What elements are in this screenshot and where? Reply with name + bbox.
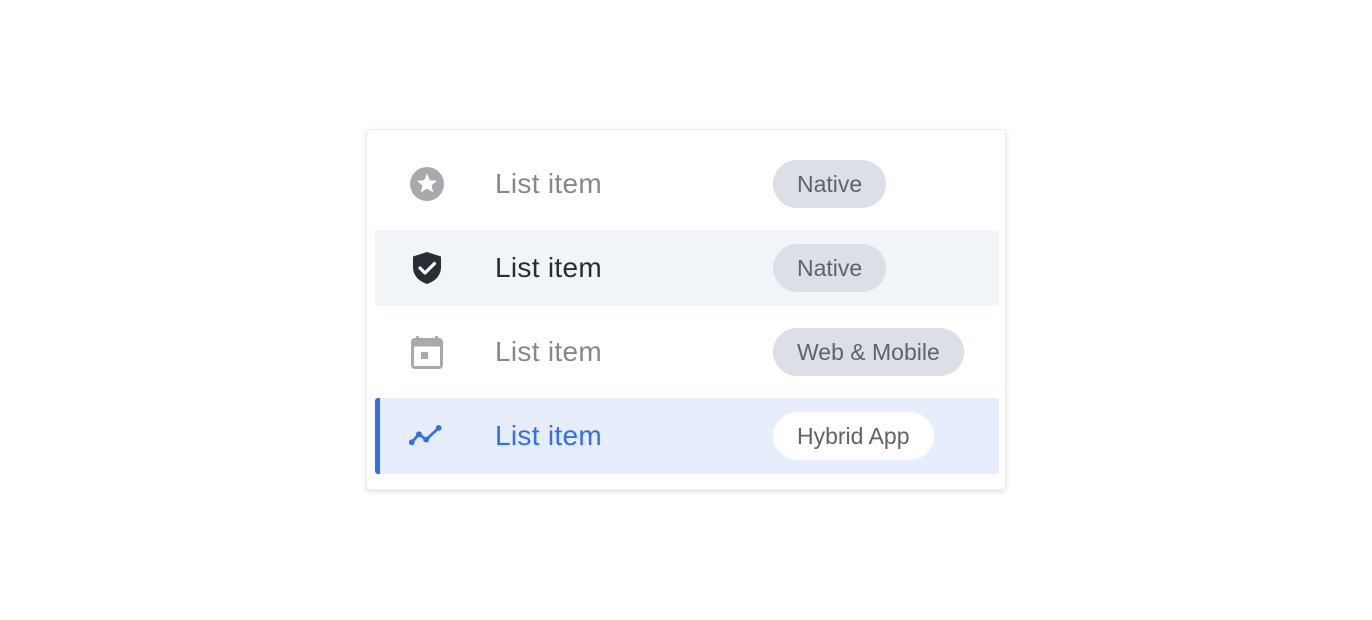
platform-tag: Native [773, 244, 887, 292]
list-item-4[interactable]: List item Hybrid App [375, 398, 999, 474]
menu-list: List item Native List item Native List i… [375, 146, 999, 474]
list-item-1[interactable]: List item Native [375, 146, 999, 222]
platform-tag: Hybrid App [773, 412, 934, 460]
calendar-icon [409, 334, 445, 370]
list-item-label: List item [495, 168, 602, 199]
trend-line-icon [409, 418, 445, 454]
platform-tag: Web & Mobile [773, 328, 964, 376]
star-icon [409, 166, 445, 202]
list-card: List item Native List item Native List i… [366, 129, 1006, 490]
shield-check-icon [409, 250, 445, 286]
platform-tag: Native [773, 160, 887, 208]
list-item-3[interactable]: List item Web & Mobile [375, 314, 999, 390]
list-item-2[interactable]: List item Native [375, 230, 999, 306]
list-item-label: List item [495, 252, 602, 283]
list-item-label: List item [495, 336, 602, 367]
list-item-label: List item [495, 420, 602, 451]
